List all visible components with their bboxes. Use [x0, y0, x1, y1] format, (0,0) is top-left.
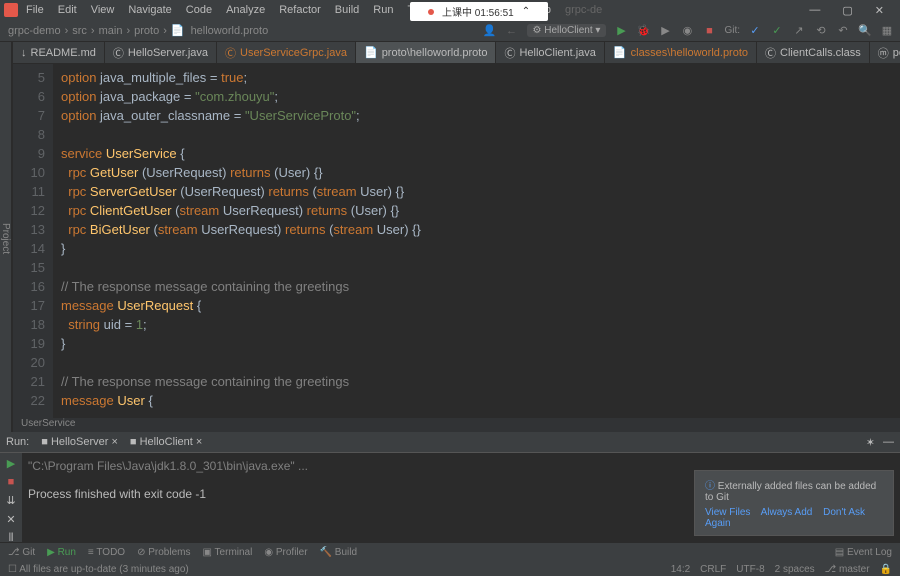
- git-branch[interactable]: ⎇ master: [825, 564, 870, 575]
- debug-icon[interactable]: 🐞: [636, 24, 650, 38]
- close-icon[interactable]: ✕: [869, 2, 890, 19]
- tool-build[interactable]: 🔨 Build: [320, 547, 357, 558]
- menu-project-hint: grpc-de: [559, 2, 608, 18]
- tab-helloserver[interactable]: Ⓒ HelloServer.java: [105, 42, 217, 63]
- tab-userservicegrpc[interactable]: Ⓒ UserServiceGrpc.java: [217, 42, 356, 63]
- editor-breadcrumb[interactable]: UserService: [13, 418, 900, 432]
- run-tab-helloclient[interactable]: ■ HelloClient ×: [130, 436, 202, 448]
- editor-area: ↓ README.md Ⓒ HelloServer.java Ⓒ UserSer…: [13, 42, 900, 432]
- layout-icon[interactable]: ⇊: [6, 494, 15, 507]
- menu-analyze[interactable]: Analyze: [220, 2, 271, 18]
- tab-helloworld-proto[interactable]: 📄 proto\helloworld.proto: [356, 42, 497, 63]
- status-message: ☐ All files are up-to-date (3 minutes ag…: [8, 564, 189, 575]
- update-icon[interactable]: ✓: [748, 24, 762, 38]
- menu-refactor[interactable]: Refactor: [273, 2, 327, 18]
- notification-view-files[interactable]: View Files: [705, 507, 750, 518]
- notification-always-add[interactable]: Always Add: [761, 507, 813, 518]
- breadcrumb-0[interactable]: grpc-demo: [6, 25, 63, 37]
- tab-clientcalls[interactable]: Ⓒ ClientCalls.class: [757, 42, 870, 63]
- menu-code[interactable]: Code: [180, 2, 218, 18]
- indent[interactable]: 2 spaces: [775, 564, 815, 575]
- push-icon[interactable]: ↗: [792, 24, 806, 38]
- tool-todo[interactable]: ≡ TODO: [88, 547, 125, 558]
- breadcrumb-3[interactable]: proto: [132, 25, 161, 37]
- run-sidebar: ▶ ■ ⇊ ✕ ⫴: [0, 453, 22, 542]
- run-tab-helloserver[interactable]: ■ HelloServer ×: [41, 436, 118, 448]
- exit-icon[interactable]: ✕: [6, 513, 15, 526]
- stop-icon[interactable]: ■: [702, 24, 716, 38]
- tab-classes-proto[interactable]: 📄 classes\helloworld.proto: [605, 42, 757, 63]
- statusbar: ☐ All files are up-to-date (3 minutes ag…: [0, 562, 900, 576]
- tool-profiler[interactable]: ◉ Profiler: [264, 547, 307, 558]
- tab-pom[interactable]: ⓜ pom.xml (grpc-: [870, 42, 900, 63]
- back-icon[interactable]: ←: [505, 24, 519, 38]
- tool-window-bar-left[interactable]: Project: [0, 42, 12, 432]
- run-config-selector[interactable]: ⚙ HelloClient ▾: [527, 24, 607, 37]
- event-log-button[interactable]: ▤ Event Log: [835, 547, 892, 558]
- stop-run-icon[interactable]: ■: [8, 476, 15, 488]
- app-logo-icon: [4, 3, 18, 17]
- breadcrumb[interactable]: grpc-demo› src› main› proto› 📄 helloworl…: [6, 24, 270, 37]
- run-icon[interactable]: ▶: [614, 24, 628, 38]
- project-tool-button[interactable]: Project: [0, 223, 11, 254]
- run-panel-tabs: Run: ■ HelloServer × ■ HelloClient × ✶ —: [0, 432, 900, 452]
- editor-content[interactable]: 5678910111213141516171819202122 option j…: [13, 64, 900, 418]
- run-panel: ▶ ■ ⇊ ✕ ⫴ "C:\Program Files\Java\jdk1.8.…: [0, 452, 900, 542]
- editor-tabs: ↓ README.md Ⓒ HelloServer.java Ⓒ UserSer…: [13, 42, 900, 64]
- line-separator[interactable]: CRLF: [700, 564, 726, 575]
- revert-icon[interactable]: ↶: [836, 24, 850, 38]
- main-area: Project ■ Project ▾ ⊕ ⇲ ✶ — ▾ ■ grpc-dem…: [0, 42, 900, 432]
- user-icon[interactable]: 👤: [483, 24, 497, 38]
- menu-build[interactable]: Build: [329, 2, 365, 18]
- breadcrumb-4[interactable]: helloworld.proto: [189, 25, 271, 37]
- breadcrumb-1[interactable]: src: [70, 25, 89, 37]
- menu-run[interactable]: Run: [367, 2, 399, 18]
- search-icon[interactable]: 🔍: [858, 24, 872, 38]
- coverage-icon[interactable]: ▶: [658, 24, 672, 38]
- notification-title: Externally added files can be added to G…: [705, 481, 876, 503]
- menu-navigate[interactable]: Navigate: [122, 2, 177, 18]
- run-output[interactable]: "C:\Program Files\Java\jdk1.8.0_301\bin\…: [22, 453, 900, 542]
- toolbar-right: 👤 ← ⚙ HelloClient ▾ ▶ 🐞 ▶ ◉ ■ Git: ✓ ✓ ↗…: [483, 24, 894, 38]
- code-area[interactable]: option java_multiple_files = true; optio…: [53, 64, 900, 418]
- git-notification: ⓘ Externally added files can be added to…: [694, 470, 894, 536]
- window-controls: — ▢ ✕: [797, 0, 896, 21]
- tool-problems[interactable]: ⊘ Problems: [137, 547, 190, 558]
- encoding[interactable]: UTF-8: [736, 564, 764, 575]
- run-hide-icon[interactable]: —: [883, 436, 894, 449]
- git-label: Git:: [724, 25, 740, 36]
- breadcrumb-2[interactable]: main: [97, 25, 125, 37]
- chevron-up-icon[interactable]: ⌃: [522, 6, 530, 17]
- maximize-icon[interactable]: ▢: [836, 2, 858, 19]
- navigation-bar: grpc-demo› src› main› proto› 📄 helloworl…: [0, 20, 900, 42]
- run-label: Run:: [6, 436, 29, 448]
- run-settings-icon[interactable]: ✶: [866, 436, 875, 449]
- menu-view[interactable]: View: [85, 2, 121, 18]
- commit-icon[interactable]: ✓: [770, 24, 784, 38]
- timer-text: 上课中 01:56:51: [442, 4, 514, 19]
- tab-helloclient[interactable]: Ⓒ HelloClient.java: [496, 42, 604, 63]
- editor-gutter[interactable]: 5678910111213141516171819202122: [13, 64, 53, 418]
- tool-terminal[interactable]: ▣ Terminal: [203, 547, 253, 558]
- rerun-icon[interactable]: ▶: [7, 457, 15, 470]
- minimize-icon[interactable]: —: [803, 2, 826, 19]
- tool-window-bar-bottom: ⎇ Git ▶ Run ≡ TODO ⊘ Problems ▣ Terminal…: [0, 542, 900, 562]
- filter-icon[interactable]: ⫴: [9, 532, 14, 545]
- cursor-position[interactable]: 14:2: [671, 564, 690, 575]
- tool-run[interactable]: ▶ Run: [47, 547, 76, 558]
- record-dot-icon: [428, 9, 434, 15]
- tab-readme[interactable]: ↓ README.md: [13, 42, 105, 63]
- lock-icon[interactable]: 🔒: [880, 564, 892, 575]
- settings-icon[interactable]: ▦: [880, 24, 894, 38]
- menu-file[interactable]: File: [20, 2, 50, 18]
- history-icon[interactable]: ⟲: [814, 24, 828, 38]
- recording-timer[interactable]: 上课中 01:56:51 ⌃: [410, 2, 548, 21]
- profile-icon[interactable]: ◉: [680, 24, 694, 38]
- menu-edit[interactable]: Edit: [52, 2, 83, 18]
- tool-git[interactable]: ⎇ Git: [8, 547, 35, 558]
